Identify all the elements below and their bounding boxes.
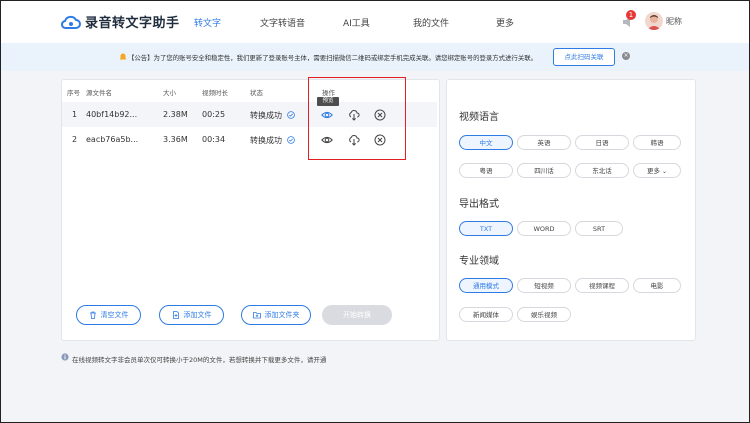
- lang-cantonese[interactable]: 粤语: [459, 163, 513, 178]
- domain-news[interactable]: 新闻媒体: [459, 307, 513, 322]
- domain-title: 专业领域: [459, 256, 499, 267]
- announcement-text: 【公告】为了您的账号安全和稳定性，我们更新了登录账号主体，需要扫描微信二维码或绑…: [128, 54, 537, 62]
- row-index: 1: [72, 110, 78, 119]
- success-check-icon: [287, 111, 295, 119]
- add-folder-icon: [252, 312, 261, 319]
- nav-my-files[interactable]: 我的文件: [413, 16, 449, 29]
- row-duration: 00:25: [202, 110, 226, 119]
- info-icon: [61, 353, 69, 361]
- lang-northeast[interactable]: 东北话: [575, 163, 629, 178]
- format-srt[interactable]: SRT: [575, 221, 623, 236]
- lang-japanese[interactable]: 日语: [575, 135, 629, 150]
- announcement-bar: 【公告】为了您的账号安全和稳定性，我们更新了登录账号主体，需要扫描微信二维码或绑…: [1, 43, 749, 71]
- col-duration: 视频时长: [202, 89, 228, 97]
- row-index: 2: [72, 135, 78, 144]
- row-filename: 40bf14b92...: [86, 110, 138, 119]
- domain-entertainment[interactable]: 娱乐视频: [517, 307, 571, 322]
- cloud-logo-icon: [61, 15, 81, 29]
- lang-more-label: 更多: [646, 167, 660, 175]
- nav-text-to-speech[interactable]: 文字转语音: [260, 16, 305, 29]
- add-folder-button[interactable]: 添加文件夹: [241, 305, 311, 325]
- avatar[interactable]: [645, 12, 663, 30]
- col-size: 大小: [163, 89, 176, 97]
- col-index: 序号: [67, 89, 80, 97]
- video-language-title: 视频语言: [459, 112, 499, 123]
- lang-korean[interactable]: 韩语: [633, 135, 681, 150]
- clear-files-label: 清空文件: [100, 311, 129, 319]
- logo[interactable]: 录音转文字助手: [61, 12, 180, 31]
- member-limit-note: 在线视频转文字非会员单次仅可转换小于20M的文件，若想转换并下载更多文件，请开通: [72, 356, 327, 364]
- notice-bell-icon: [119, 53, 127, 60]
- trash-icon: [89, 311, 96, 319]
- close-icon[interactable]: ×: [622, 52, 630, 60]
- row-filename: eacb76a5b...: [86, 135, 139, 144]
- lang-chinese[interactable]: 中文: [459, 135, 513, 150]
- domain-general[interactable]: 通用模式: [459, 278, 513, 293]
- highlight-box: [308, 77, 406, 160]
- app-name: 录音转文字助手: [85, 16, 180, 31]
- row-duration: 00:34: [202, 135, 226, 144]
- col-status: 状态: [250, 89, 263, 97]
- lang-english[interactable]: 英语: [517, 135, 571, 150]
- top-nav: 录音转文字助手 转文字 文字转语音 AI工具 我的文件 更多 1 昵称: [1, 1, 749, 43]
- nav-ai-tools[interactable]: AI工具: [343, 16, 370, 29]
- format-word[interactable]: WORD: [517, 221, 571, 236]
- start-convert-label: 开始转换: [343, 311, 371, 319]
- add-file-icon: [172, 311, 179, 319]
- format-txt[interactable]: TXT: [459, 221, 513, 236]
- nickname[interactable]: 昵称: [666, 16, 682, 27]
- scan-bind-button[interactable]: 点此扫码关联: [553, 48, 615, 66]
- nav-speech-to-text[interactable]: 转文字: [194, 16, 221, 29]
- lang-sichuan[interactable]: 四川话: [517, 163, 571, 178]
- user-avatar-icon: [647, 15, 661, 30]
- row-status: 转换成功: [250, 111, 282, 120]
- nav-more[interactable]: 更多: [496, 16, 514, 29]
- add-file-label: 添加文件: [183, 311, 212, 319]
- start-convert-button[interactable]: 开始转换: [322, 305, 392, 325]
- domain-course[interactable]: 视频课程: [575, 278, 629, 293]
- add-file-button[interactable]: 添加文件: [159, 305, 224, 325]
- notification-badge: 1: [626, 10, 636, 20]
- domain-short-video[interactable]: 短视频: [517, 278, 571, 293]
- clear-files-button[interactable]: 清空文件: [76, 305, 141, 325]
- export-format-title: 导出格式: [459, 199, 499, 210]
- add-folder-label: 添加文件夹: [264, 311, 300, 319]
- domain-movie[interactable]: 电影: [633, 278, 681, 293]
- row-size: 2.38M: [163, 110, 188, 119]
- success-check-icon: [287, 136, 295, 144]
- col-filename: 源文件名: [86, 89, 112, 97]
- app-window: 录音转文字助手 转文字 文字转语音 AI工具 我的文件 更多 1 昵称 【公告】…: [0, 0, 750, 423]
- row-status: 转换成功: [250, 136, 282, 145]
- row-size: 3.36M: [163, 135, 188, 144]
- chevron-down-icon: ⌄: [662, 168, 668, 175]
- lang-more-dropdown[interactable]: 更多 ⌄: [633, 163, 681, 178]
